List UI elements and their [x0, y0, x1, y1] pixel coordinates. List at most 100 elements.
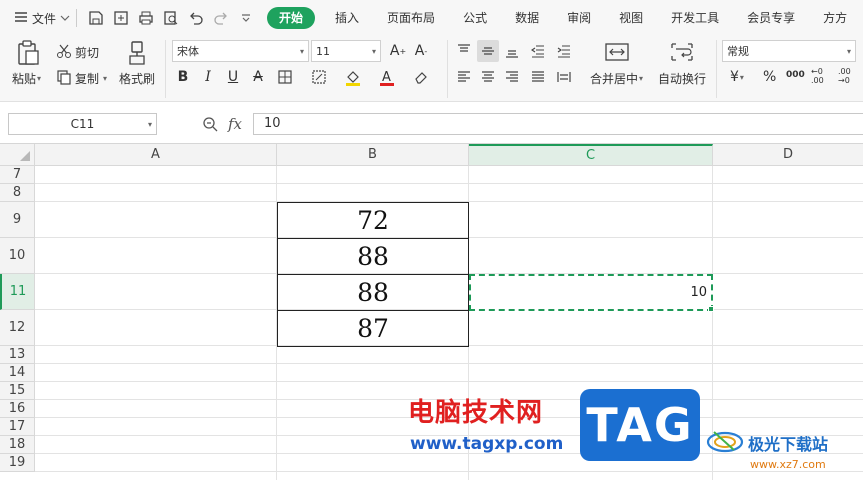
percent-button[interactable]: % [763, 69, 776, 85]
chevron-down-icon [60, 11, 70, 25]
align-center-icon[interactable] [477, 66, 499, 88]
undo-icon[interactable] [187, 9, 205, 27]
customize-toolbar-icon[interactable] [237, 9, 255, 27]
merge-center-button[interactable]: 合并居中 ▾ [590, 70, 643, 87]
row-header[interactable]: 14 [0, 364, 35, 382]
decrease-decimal-icon: .00 →0 [838, 67, 851, 85]
divider [716, 40, 717, 98]
align-left-icon[interactable] [453, 66, 475, 88]
align-middle-icon[interactable] [477, 40, 499, 62]
font-name-select[interactable]: 宋体 ▾ [172, 40, 309, 62]
chevron-down-icon: ▾ [299, 46, 304, 56]
currency-button[interactable]: ¥ ▾ [730, 69, 744, 85]
copy-button[interactable]: 复制 ▾ [56, 69, 107, 88]
redo-icon[interactable] [212, 9, 230, 27]
tab-review[interactable]: 审阅 [553, 7, 605, 29]
cell-b11[interactable]: 88 [277, 274, 469, 311]
menu-bar: 文件 开始 插入 页面布局 公式 数据 审阅 视图 开发工具 会员专享 方方 [0, 0, 863, 36]
decrease-indent-icon[interactable] [527, 40, 549, 62]
active-cell-value: 10 [690, 285, 707, 300]
column-header-b[interactable]: B [277, 144, 469, 166]
tab-member[interactable]: 会员专享 [733, 7, 809, 29]
row-header[interactable]: 19 [0, 454, 35, 472]
font-color-icon[interactable]: A [376, 66, 398, 88]
formula-input[interactable]: 10 [253, 113, 863, 135]
cell-b12[interactable]: 87 [277, 310, 469, 347]
tab-home[interactable]: 开始 [267, 7, 316, 29]
font-size-select[interactable]: 11 ▾ [311, 40, 381, 62]
row-header[interactable]: 12 [0, 310, 35, 346]
format-painter-button[interactable]: 格式刷 [119, 70, 155, 87]
tab-view[interactable]: 视图 [605, 7, 657, 29]
file-menu[interactable]: 文件 [0, 10, 76, 27]
underline-icon[interactable]: U [222, 66, 244, 88]
cell-b10[interactable]: 88 [277, 238, 469, 275]
thousands-button[interactable]: 000 [786, 70, 805, 80]
save-icon[interactable] [87, 9, 105, 27]
paste-button[interactable]: 粘贴 ▾ [12, 70, 41, 87]
export-icon[interactable] [112, 9, 130, 27]
tab-insert[interactable]: 插入 [321, 7, 373, 29]
merge-center-icon[interactable] [605, 42, 629, 62]
percent-icon: % [763, 69, 777, 85]
decrease-decimal-button[interactable]: .00 →0 [838, 67, 860, 85]
cell-b9[interactable]: 72 [277, 202, 469, 239]
tab-page-layout[interactable]: 页面布局 [373, 7, 449, 29]
row-header[interactable]: 13 [0, 346, 35, 364]
eraser-icon[interactable] [410, 66, 432, 88]
name-box[interactable]: C11 ▾ [8, 113, 157, 135]
row-header[interactable]: 9 [0, 202, 35, 238]
print-preview-icon[interactable] [162, 9, 180, 27]
gridline [35, 183, 863, 184]
fill-color-icon[interactable] [342, 66, 364, 88]
row-header[interactable]: 17 [0, 418, 35, 436]
row-header[interactable]: 8 [0, 184, 35, 202]
svg-text:A: A [382, 70, 391, 85]
column-header-a[interactable]: A [35, 144, 277, 166]
select-all-corner[interactable] [0, 144, 35, 166]
strikethrough-icon[interactable]: A [247, 66, 269, 88]
increase-decimal-button[interactable]: ←0 .00 [811, 67, 831, 85]
tab-formulas[interactable]: 公式 [449, 7, 501, 29]
zoom-icon[interactable] [202, 116, 218, 135]
number-format-select[interactable]: 常规 ▾ [722, 40, 856, 62]
distributed-icon[interactable] [553, 66, 575, 88]
cell-style-icon[interactable] [308, 66, 330, 88]
cut-button[interactable]: 剪切 [56, 43, 99, 62]
align-right-icon[interactable] [501, 66, 523, 88]
insert-function-button[interactable]: fx [228, 115, 242, 133]
watermark-logo-text: 极光下载站 [748, 434, 829, 454]
chevron-down-icon: ▾ [37, 74, 42, 83]
decrease-font-icon[interactable]: A- [410, 40, 432, 62]
increase-font-icon[interactable]: A + [387, 40, 409, 62]
paintbrush-icon[interactable] [126, 40, 148, 66]
align-top-icon[interactable] [453, 40, 475, 62]
wrap-text-button[interactable]: 自动换行 [658, 70, 706, 87]
paste-icon[interactable] [16, 40, 40, 66]
fill-handle[interactable] [708, 306, 714, 312]
border-icon[interactable] [274, 66, 296, 88]
active-cell-c11[interactable]: 10 [469, 274, 713, 311]
wrap-text-icon[interactable] [670, 42, 694, 62]
align-bottom-icon[interactable] [501, 40, 523, 62]
increase-indent-icon[interactable] [553, 40, 575, 62]
print-icon[interactable] [137, 9, 155, 27]
row-header[interactable]: 7 [0, 166, 35, 184]
divider [165, 40, 166, 98]
justify-icon[interactable] [527, 66, 549, 88]
column-header-d[interactable]: D [713, 144, 863, 166]
quick-access-toolbar [77, 9, 255, 27]
column-header-c[interactable]: C [469, 144, 713, 166]
tab-developer[interactable]: 开发工具 [657, 7, 733, 29]
row-header[interactable]: 16 [0, 400, 35, 418]
row-header[interactable]: 10 [0, 238, 35, 274]
row-header[interactable]: 15 [0, 382, 35, 400]
tab-data[interactable]: 数据 [501, 7, 553, 29]
tab-fangfang[interactable]: 方方 [809, 7, 861, 29]
row-header[interactable]: 18 [0, 436, 35, 454]
bold-icon[interactable]: B [172, 66, 194, 88]
aurora-logo-icon [706, 428, 744, 457]
gridline [35, 363, 863, 364]
row-header-selected[interactable]: 11 [0, 274, 35, 310]
italic-icon[interactable]: I [197, 66, 219, 88]
